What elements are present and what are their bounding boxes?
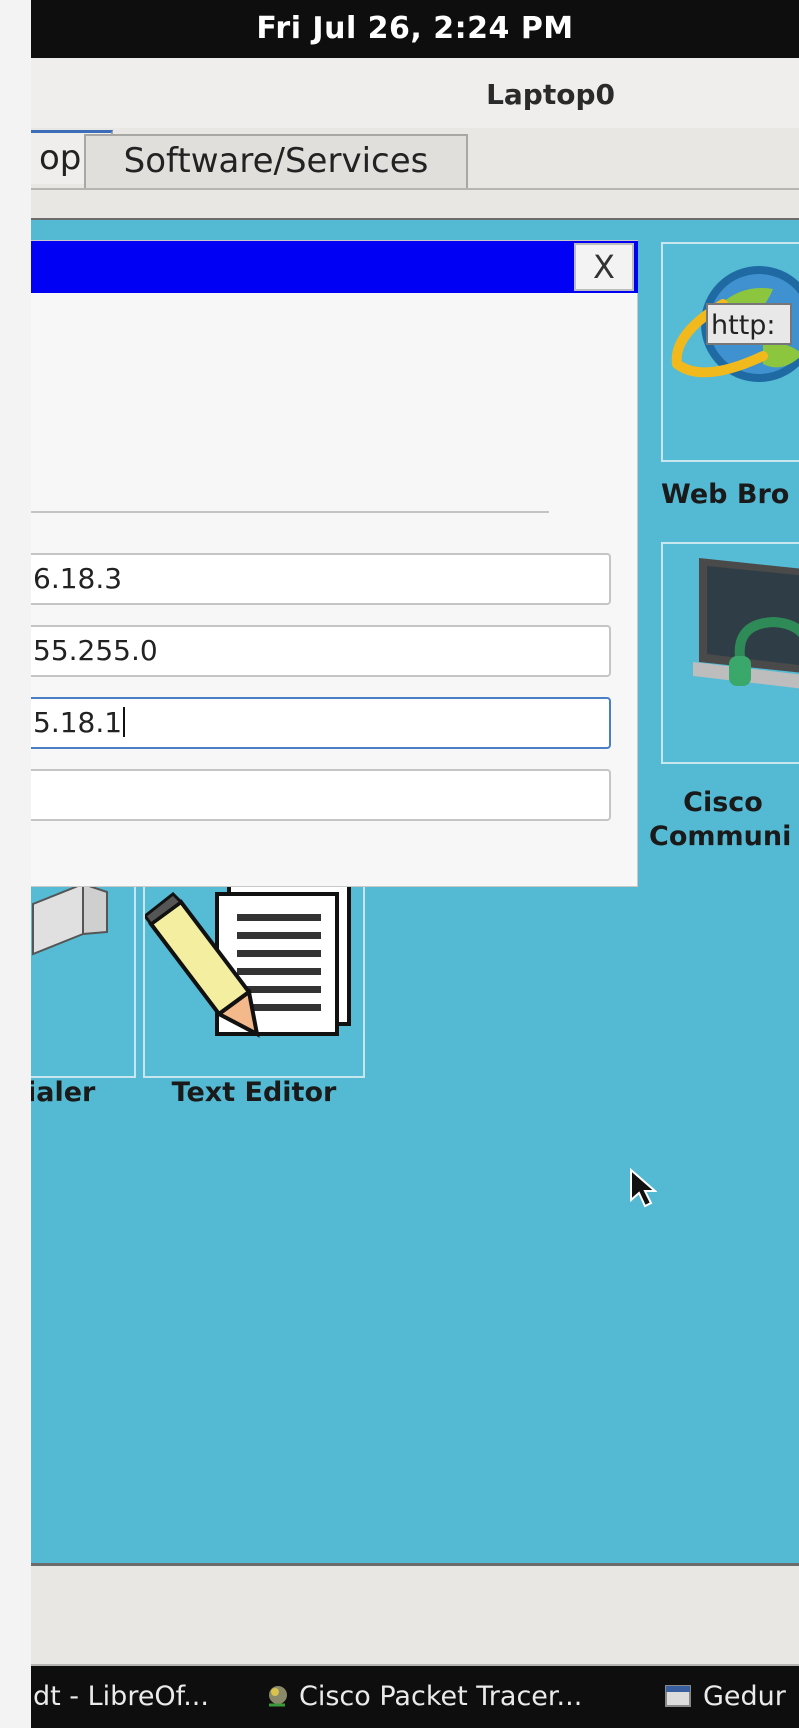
close-button[interactable]: X: [574, 243, 634, 291]
taskbar-item-libreoffice[interactable]: dt - LibreOf...: [33, 1681, 209, 1712]
window-bottom-bar: [31, 1566, 799, 1666]
system-top-bar: Fri Jul 26, 2:24 PM: [31, 0, 799, 58]
tab-software-services[interactable]: Software/Services: [84, 134, 468, 188]
packet-tracer-icon: [269, 1686, 287, 1707]
text-editor-label: Text Editor: [171, 1077, 337, 1108]
laptop-screen: Fri Jul 26, 2:24 PM Laptop0 op Software/…: [31, 0, 799, 1728]
default-gateway-field[interactable]: 5.18.1: [31, 697, 611, 749]
ip-address-field[interactable]: 6.18.3: [31, 553, 611, 605]
pppoe-dialer-tile[interactable]: [31, 872, 136, 1078]
web-browser-tile[interactable]: http:: [661, 242, 799, 462]
cisco-communicator-tile[interactable]: [661, 542, 799, 764]
tab-divider: [31, 188, 799, 190]
clock[interactable]: Fri Jul 26, 2:24 PM: [31, 11, 799, 46]
cisco-communicator-label-2: Communi: [649, 821, 792, 852]
default-gateway-value: 5.18.1: [33, 706, 123, 739]
text-editor-icon: [145, 882, 351, 1038]
packet-tracer-label: Cisco Packet Tracer...: [299, 1681, 583, 1712]
text-editor-tile[interactable]: [143, 872, 365, 1078]
gedit-label: Gedur: [703, 1681, 786, 1712]
http-label: http:: [711, 310, 776, 341]
window-icon: [665, 1685, 691, 1707]
taskbar-item-gedit[interactable]: Gedur: [665, 1681, 786, 1712]
text-caret: [123, 707, 126, 737]
pppoe-dialer-icon: [32, 882, 108, 956]
window-titlebar: Laptop0: [31, 58, 799, 128]
left-margin: [0, 0, 31, 1728]
subnet-mask-field[interactable]: 55.255.0: [31, 625, 611, 677]
dns-server-field[interactable]: [31, 769, 611, 821]
mouse-cursor-icon: [629, 1167, 658, 1214]
pppoe-dialer-label: ialer: [31, 1077, 96, 1108]
tab-bar: op Software/Services: [31, 128, 799, 190]
cisco-communicator-label-1: Cisco: [683, 787, 763, 818]
taskbar-item-packet-tracer[interactable]: Cisco Packet Tracer...: [265, 1681, 582, 1712]
taskbar: dt - LibreOf... Cisco Packet Tracer... G…: [31, 1666, 799, 1728]
ip-configuration-dialog: X 6.18.3 55.255.0 5.18.1: [31, 240, 638, 887]
dialog-titlebar: X: [31, 241, 638, 293]
dialog-separator: [31, 511, 549, 513]
window-title: Laptop0: [486, 78, 615, 111]
web-browser-icon: http:: [671, 266, 799, 382]
web-browser-label: Web Bro: [661, 479, 790, 510]
cisco-communicator-icon: [693, 558, 799, 689]
